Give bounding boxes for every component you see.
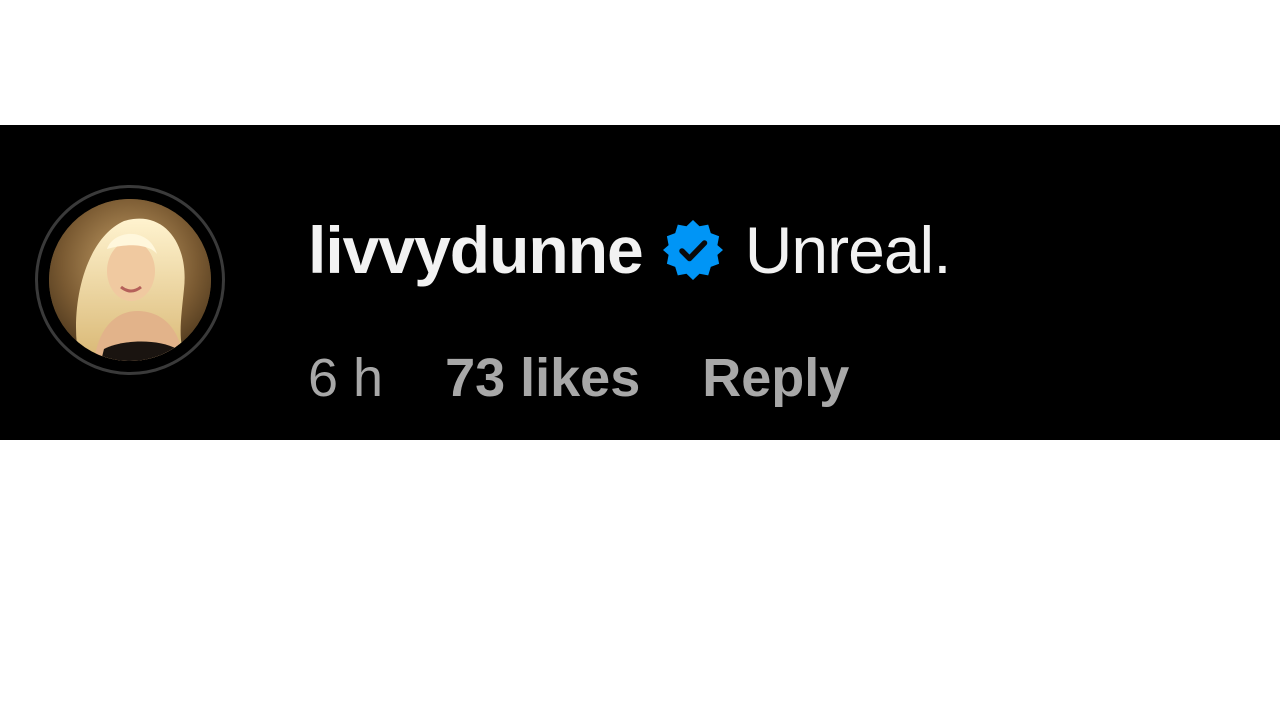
avatar[interactable] (49, 199, 211, 361)
likes-count-button[interactable]: 73 likes (445, 351, 640, 405)
comment-text: Unreal. (744, 213, 952, 287)
avatar-photo (49, 199, 211, 361)
reply-button[interactable]: Reply (702, 351, 849, 405)
page: livvydunne Unreal. 6 h 73 likes Reply (0, 0, 1280, 720)
comment-meta: 6 h 73 likes Reply (308, 343, 849, 413)
comment-timestamp[interactable]: 6 h (308, 351, 383, 405)
username-link[interactable]: livvydunne (308, 217, 644, 283)
comment-item: livvydunne Unreal. 6 h 73 likes Reply (0, 125, 1280, 440)
verified-badge-icon (661, 218, 725, 282)
comment-line: livvydunne Unreal. (308, 205, 952, 295)
